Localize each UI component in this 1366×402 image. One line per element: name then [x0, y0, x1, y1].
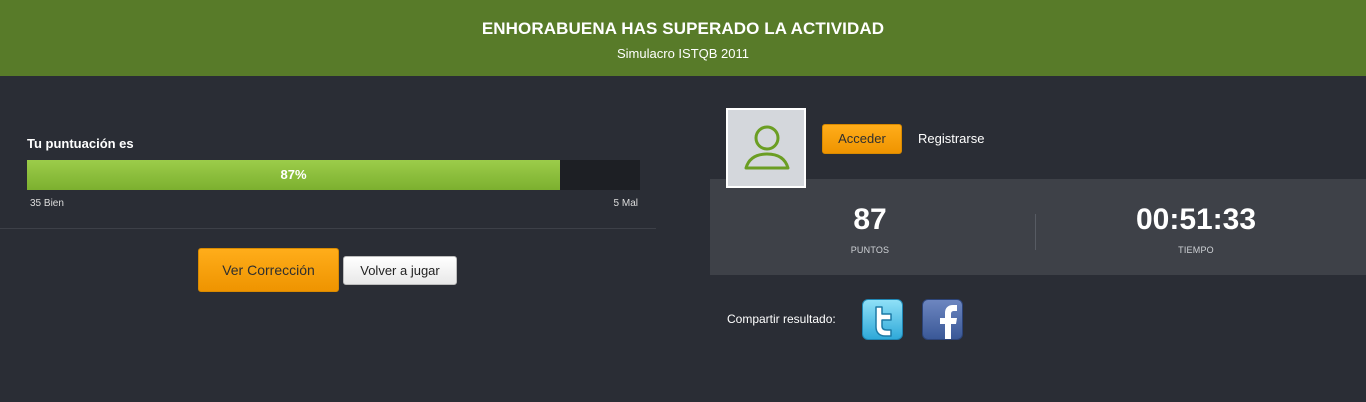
wrong-count: 5 Mal	[613, 198, 638, 209]
stats-panel: 87 PUNTOS 00:51:33 TIEMPO	[710, 179, 1366, 275]
login-button[interactable]: Acceder	[822, 124, 902, 154]
result-title: ENHORABUENA HAS SUPERADO LA ACTIVIDAD	[481, 19, 885, 38]
score-percent: 87%	[280, 167, 307, 182]
correct-count: 35 Bien	[30, 198, 64, 209]
result-header: ENHORABUENA HAS SUPERADO LA ACTIVIDAD Si…	[0, 0, 1366, 76]
points-label: PUNTOS	[850, 245, 890, 255]
avatar	[726, 108, 806, 188]
play-again-button[interactable]: Volver a jugar	[343, 256, 457, 285]
points-value: 87	[853, 203, 887, 236]
activity-name: Simulacro ISTQB 2011	[617, 46, 749, 61]
score-label: Tu puntuación es	[27, 136, 134, 151]
score-progress-bar: 87%	[27, 160, 640, 190]
stats-separator	[1035, 214, 1036, 250]
section-divider	[0, 228, 656, 229]
view-correction-button[interactable]: Ver Corrección	[198, 248, 339, 292]
register-link[interactable]: Registrarse	[918, 131, 984, 146]
time-value: 00:51:33	[1135, 203, 1257, 236]
time-label: TIEMPO	[1178, 245, 1214, 255]
facebook-icon[interactable]	[922, 299, 963, 340]
user-icon	[744, 125, 790, 170]
share-label: Compartir resultado:	[727, 312, 836, 326]
twitter-icon[interactable]	[862, 299, 903, 340]
